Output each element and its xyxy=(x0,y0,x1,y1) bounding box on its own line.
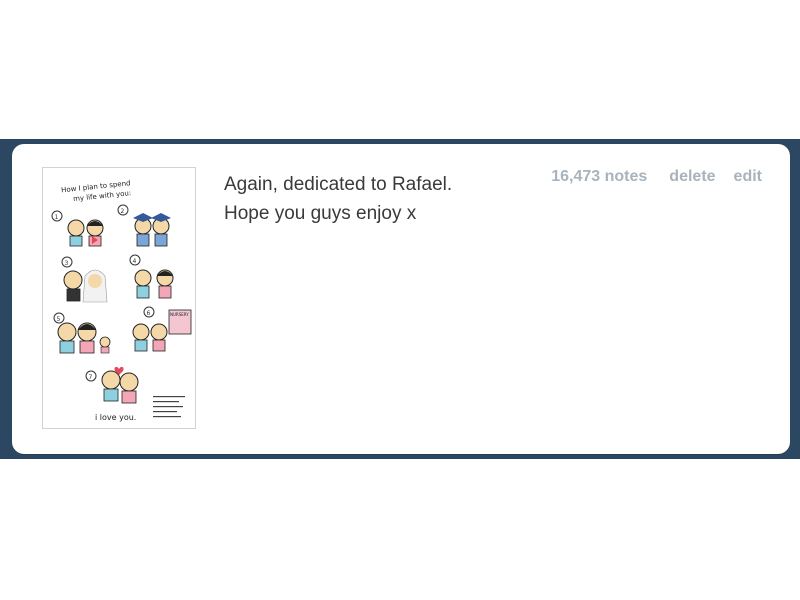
notes-count-link[interactable]: 16,473 notes xyxy=(551,168,647,186)
delete-button[interactable]: delete xyxy=(669,168,715,186)
comic-panel-7: 7 xyxy=(85,366,139,404)
svg-text:2: 2 xyxy=(121,208,125,215)
comic-panel-5: 5 xyxy=(53,312,111,354)
comic-panel-6: 6 NURSERY xyxy=(132,306,192,352)
svg-text:4: 4 xyxy=(133,258,137,265)
comic-sign-text: NURSERY xyxy=(170,312,189,317)
comic-panel-1: 1 xyxy=(51,210,104,247)
svg-text:5: 5 xyxy=(57,316,61,323)
caption-line-2: Hope you guys enjoy x xyxy=(224,203,417,224)
svg-text:3: 3 xyxy=(65,260,69,267)
svg-text:1: 1 xyxy=(55,214,59,221)
comic-panel-3: 3 xyxy=(61,256,108,303)
post-controls: 16,473 notes delete edit xyxy=(551,168,762,186)
comic-footer: i love you. xyxy=(95,413,136,422)
comic-signature xyxy=(153,396,185,418)
post-caption: Again, dedicated to Rafael. Hope you guy… xyxy=(224,170,452,228)
edit-button[interactable]: edit xyxy=(734,168,762,186)
svg-text:6: 6 xyxy=(147,310,151,317)
comic-panel-4: 4 xyxy=(129,254,174,299)
svg-text:7: 7 xyxy=(89,374,93,381)
comic-illustration: How I plan to spend my life with you: 1 … xyxy=(51,179,192,422)
comic-panel-2: 2 xyxy=(117,204,171,247)
caption-line-1: Again, dedicated to Rafael. xyxy=(224,174,453,195)
post-image-thumbnail[interactable]: How I plan to spend my life with you: 1 … xyxy=(42,167,196,429)
